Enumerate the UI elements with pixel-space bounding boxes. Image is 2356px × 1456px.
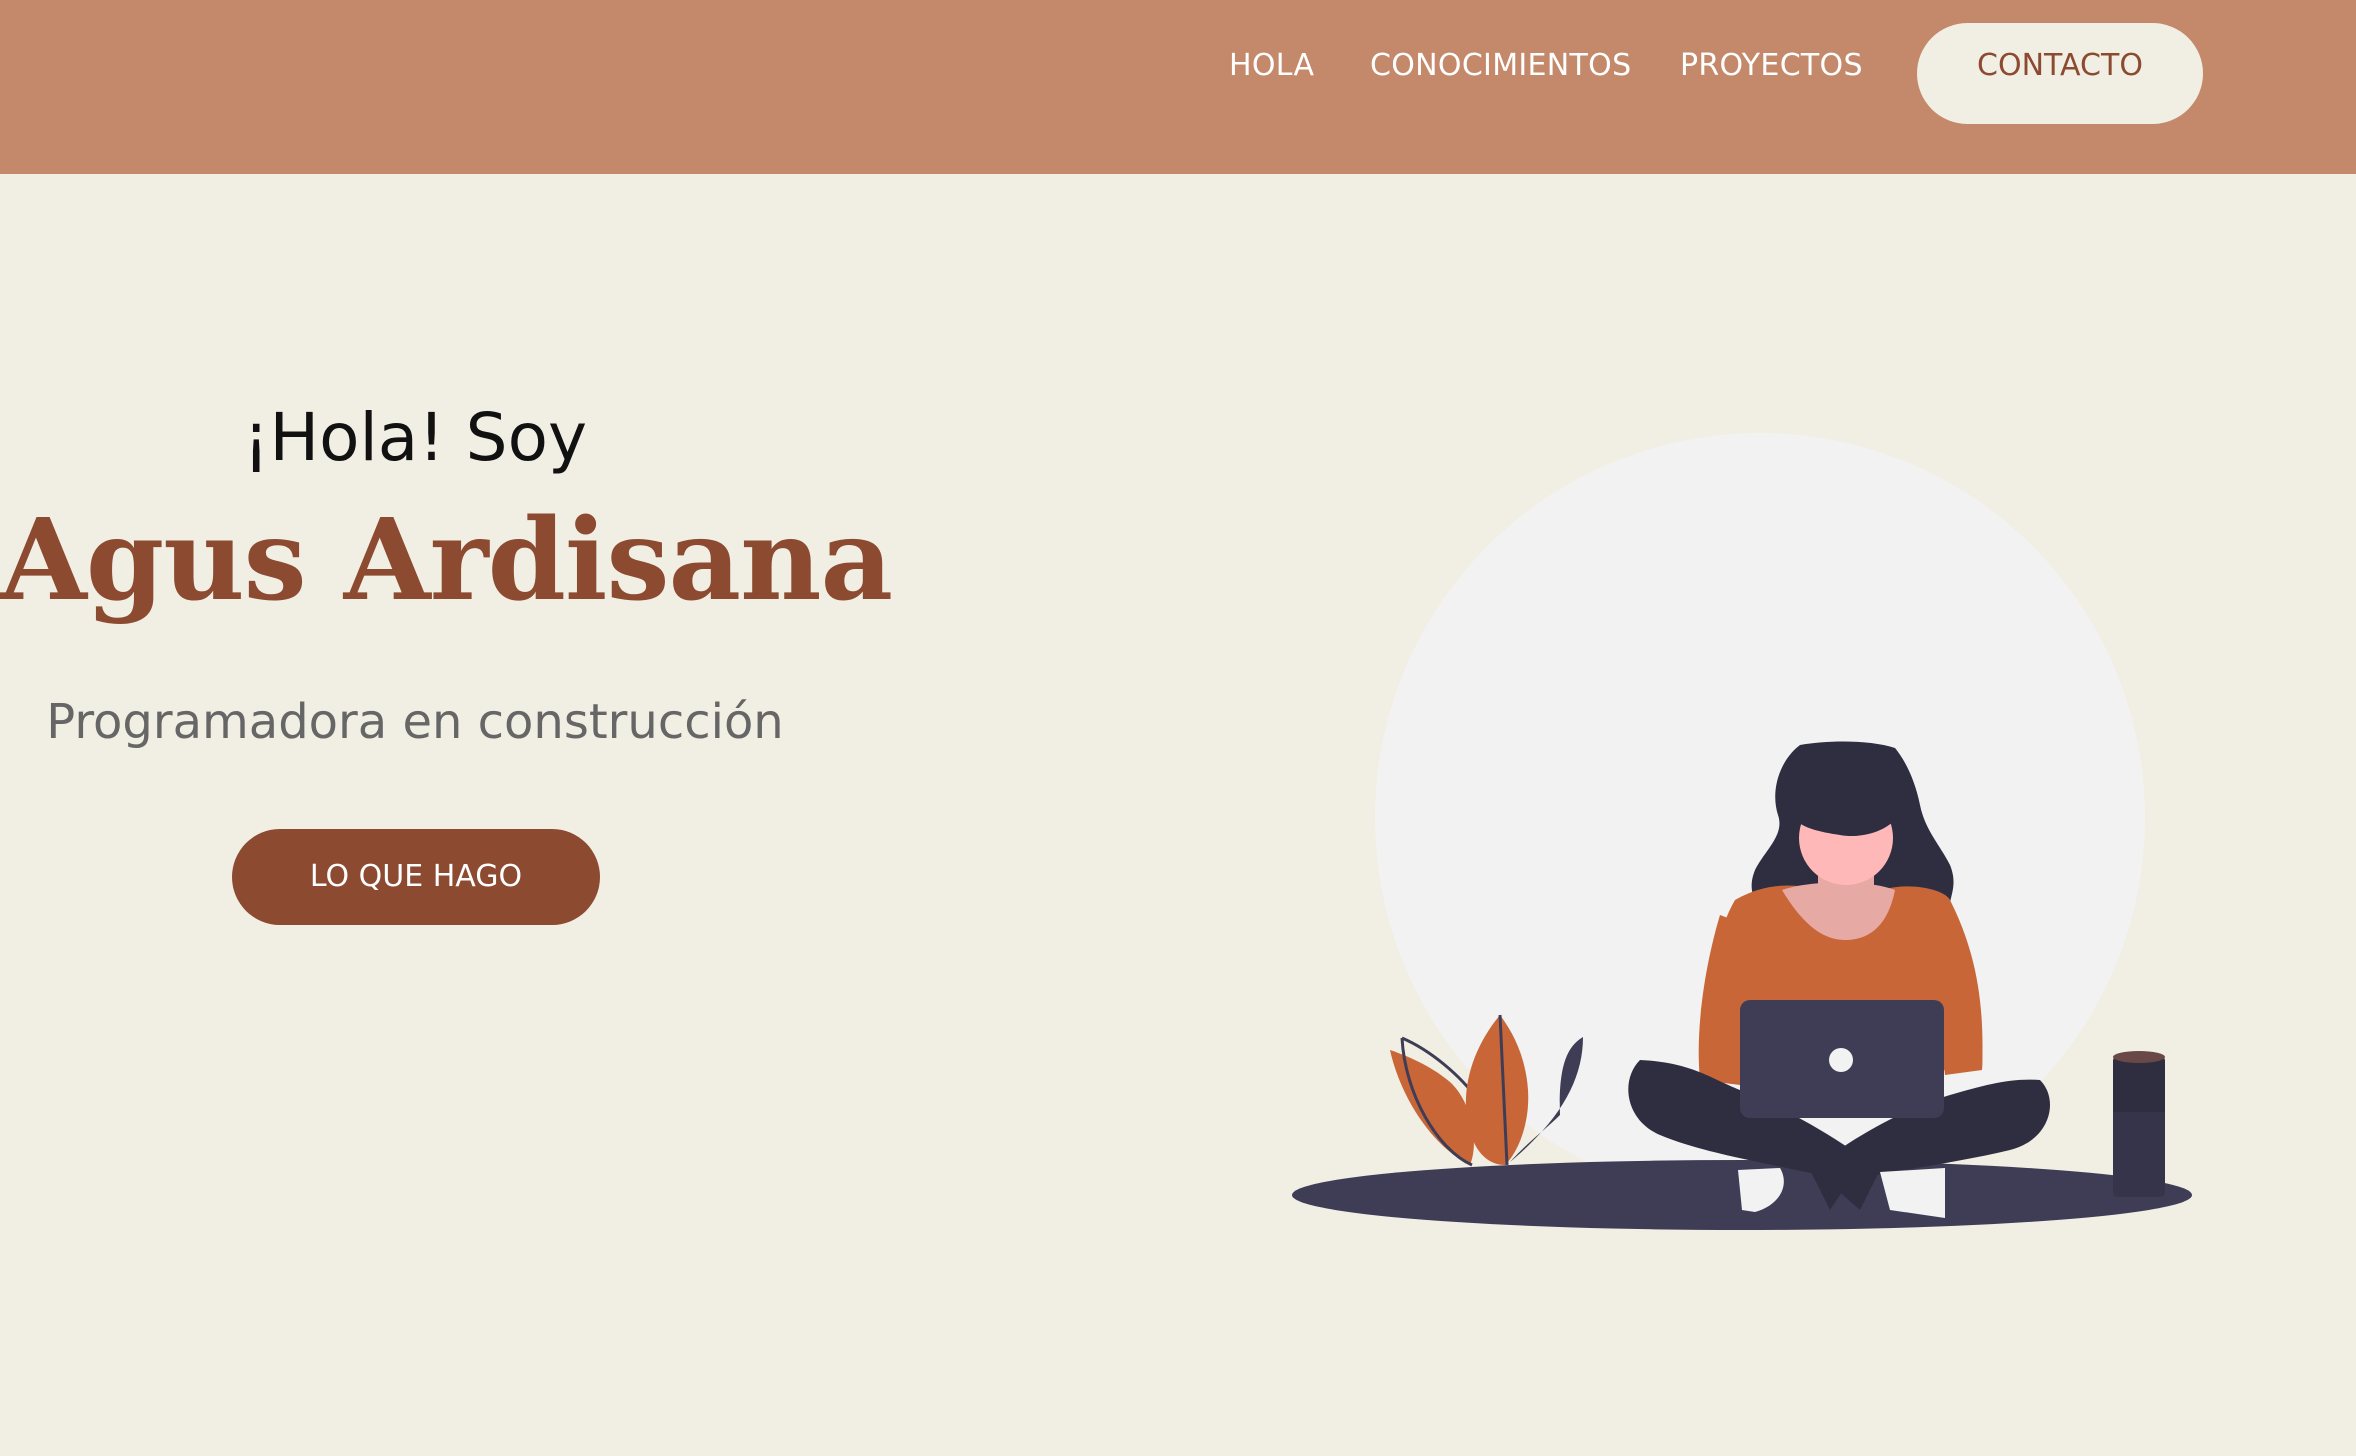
nav-link-conocimientos[interactable]: CONOCIMIENTOS — [1370, 44, 1631, 88]
contact-button[interactable]: CONTACTO — [1917, 23, 2203, 124]
site-header: HOLA CONOCIMIENTOS PROYECTOS CONTACTO — [0, 0, 2356, 174]
hero-subtitle: Programadora en construcción — [46, 694, 784, 750]
hero-name: Agus Ardisana — [0, 495, 893, 626]
hero-greeting: ¡Hola! Soy — [242, 399, 588, 476]
woman-with-laptop-illustration — [1292, 433, 2192, 1230]
nav-link-hola[interactable]: HOLA — [1229, 44, 1314, 88]
lo-que-hago-button[interactable]: LO QUE HAGO — [232, 829, 600, 925]
speaker-icon — [2113, 1051, 2165, 1197]
nav-link-proyectos[interactable]: PROYECTOS — [1680, 44, 1863, 88]
